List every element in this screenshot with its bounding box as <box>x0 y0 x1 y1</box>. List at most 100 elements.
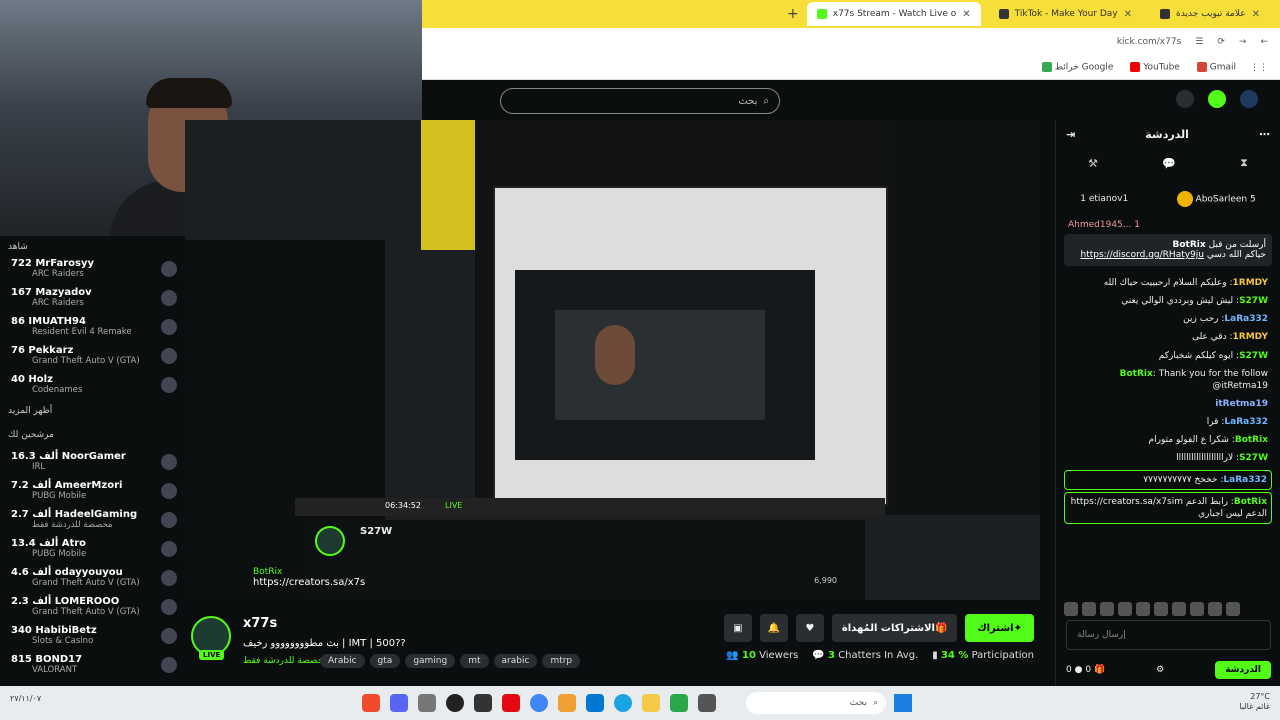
show-more-link[interactable]: أظهر المزيد <box>8 399 177 423</box>
search-input[interactable]: ⌕ بحث <box>500 88 780 114</box>
sidebar-channel[interactable]: 815 BOND17 VALORANT <box>8 650 177 679</box>
emote-icon[interactable] <box>1100 602 1114 616</box>
taskbar-search[interactable]: بحث ⌕ <box>746 692 886 714</box>
player-controls[interactable]: 06:34:52 LIVE <box>295 498 885 516</box>
chat-user[interactable]: S27W <box>1239 453 1268 463</box>
chat-user[interactable]: LaRa332 <box>1224 417 1268 427</box>
sidebar-channel[interactable]: 13.4 ألف Atro PUBG Mobile <box>8 534 177 563</box>
settings-icon[interactable] <box>418 694 436 712</box>
chat-user[interactable]: itRetma19 <box>1215 399 1268 409</box>
tag[interactable]: arabic <box>493 654 538 668</box>
bookmark-maps[interactable]: خرائط Google <box>1039 62 1113 73</box>
share-button[interactable]: ▣ <box>723 614 752 642</box>
site-settings-icon[interactable]: ☰ <box>1195 37 1203 47</box>
apps-icon[interactable]: ⋮⋮ <box>1250 63 1268 73</box>
chat-user[interactable]: BotRix <box>1120 369 1153 379</box>
reload-icon[interactable]: ⟳ <box>1217 37 1225 47</box>
sidebar-channel[interactable]: 16.3 ألف NoorGamer IRL <box>8 447 177 476</box>
mod-tools-icon[interactable]: ⚒ <box>1088 157 1098 170</box>
channel-label: 13.4 ألف Atro <box>8 538 86 549</box>
close-icon[interactable]: ✕ <box>962 9 970 20</box>
tag[interactable]: mt <box>460 654 489 668</box>
chat-send-button[interactable]: الدردشة <box>1215 661 1271 679</box>
tab-kick-stream[interactable]: x77s Stream - Watch Live o ✕ <box>806 2 981 26</box>
windows-start-icon[interactable] <box>894 694 912 712</box>
more-icon[interactable]: ⋯ <box>1259 128 1270 141</box>
sidebar-channel[interactable]: 86 IMUATH94 Resident Evil 4 Remake <box>8 312 177 341</box>
emote-icon[interactable] <box>1226 602 1240 616</box>
weather-widget[interactable]: 27°C غائم غالبا <box>1239 692 1270 713</box>
subscribe-button[interactable]: اشتراك ✦ <box>965 614 1034 642</box>
emote-icon[interactable] <box>1208 602 1222 616</box>
library-icon[interactable] <box>1176 90 1194 108</box>
close-icon[interactable]: ✕ <box>1124 9 1132 20</box>
app-icon[interactable] <box>670 694 688 712</box>
chat-bubble-icon[interactable]: 💬 <box>1162 157 1176 170</box>
forward-icon[interactable]: → <box>1239 37 1247 47</box>
chat-user[interactable]: S27W <box>1239 351 1268 361</box>
emote-icon[interactable] <box>1064 602 1078 616</box>
brave-icon[interactable] <box>362 694 380 712</box>
chat-user[interactable]: LaRa332 <box>1224 314 1268 324</box>
app-icon[interactable] <box>474 694 492 712</box>
chat-user[interactable]: BotRix <box>1235 435 1268 445</box>
chat-user[interactable]: S27W <box>1239 296 1268 306</box>
channel-name[interactable]: x77s <box>243 616 277 631</box>
emote-icon[interactable] <box>1172 602 1186 616</box>
edge-icon[interactable] <box>614 694 632 712</box>
close-icon[interactable]: ✕ <box>1252 9 1260 20</box>
bookmark-gmail[interactable]: Gmail <box>1194 62 1236 73</box>
chat-user[interactable]: LaRa332 <box>1223 475 1267 485</box>
url-field[interactable]: kick.com/x77s <box>1117 37 1181 47</box>
emote-icon[interactable] <box>1118 602 1132 616</box>
emote-icon[interactable] <box>1082 602 1096 616</box>
stream-category[interactable]: مخصصة للدردشة فقط <box>243 656 328 666</box>
hourglass-icon[interactable]: ⧗ <box>1240 156 1248 170</box>
file-explorer-icon[interactable] <box>642 694 660 712</box>
tag[interactable]: Arabic <box>320 654 365 668</box>
chat-input[interactable]: إرسال رسالة <box>1066 620 1271 650</box>
tag[interactable]: gta <box>369 654 401 668</box>
chrome-icon[interactable] <box>530 694 548 712</box>
sidebar-channel[interactable]: 2.7 ألف HadeelGaming مخصصة للدردشة فقط <box>8 505 177 534</box>
chat-user[interactable]: 1RMDY <box>1233 332 1268 342</box>
chat-settings-icon[interactable]: ⚙ <box>1156 665 1164 675</box>
sidebar-channel[interactable]: 7.2 ألف AmeerMzori PUBG Mobile <box>8 476 177 505</box>
emote-icon[interactable] <box>1136 602 1150 616</box>
points-counter[interactable]: 0 ● 0 🎁 <box>1066 665 1105 675</box>
sidebar-channel[interactable]: 340 HabibiBetz Slots & Casino <box>8 621 177 650</box>
viewer-count: 13.4 ألف <box>11 538 59 549</box>
tag[interactable]: mtrp <box>542 654 581 668</box>
netflix-icon[interactable] <box>502 694 520 712</box>
sidebar-channel[interactable]: 2.3 ألف LOMEROOO Grand Theft Auto V (GTA) <box>8 592 177 621</box>
profile-avatar[interactable] <box>1240 90 1258 108</box>
pinned-link[interactable]: https://discord.gg/RHaty9ju <box>1080 250 1204 260</box>
emote-icon[interactable] <box>1190 602 1204 616</box>
sidebar-channel[interactable]: 167 Mazyadov ARC Raiders <box>8 283 177 312</box>
back-icon[interactable]: ← <box>1260 37 1268 47</box>
kick-coin-icon[interactable] <box>1208 90 1226 108</box>
favorite-button[interactable]: ♥ <box>795 614 824 642</box>
pinned-message[interactable]: أرسلت من قبل BotRix حياكم الله دسي https… <box>1064 234 1272 266</box>
app-icon[interactable] <box>558 694 576 712</box>
tab-new-tab[interactable]: علامة تبويب جديدة ✕ <box>1150 2 1270 26</box>
video-player[interactable]: 06:34:52 LIVE S27W 6,990 BotRix https://… <box>185 120 1040 600</box>
terminal-icon[interactable] <box>698 694 716 712</box>
sidebar-channel[interactable]: 40 Holz Codenames <box>8 370 177 399</box>
chat-user[interactable]: 1RMDY <box>1233 278 1268 288</box>
store-icon[interactable] <box>586 694 604 712</box>
obs-icon[interactable] <box>446 694 464 712</box>
emote-icon[interactable] <box>1154 602 1168 616</box>
gift-subs-button[interactable]: الاشتراكات المُهداة 🎁 <box>831 614 958 642</box>
bookmark-youtube[interactable]: YouTube <box>1127 62 1180 73</box>
tag[interactable]: gaming <box>405 654 456 668</box>
tab-tiktok[interactable]: TikTok - Make Your Day ✕ <box>989 2 1142 26</box>
collapse-chat-icon[interactable]: ⇥ <box>1066 128 1075 141</box>
sidebar-channel[interactable]: 76 Pekkarz Grand Theft Auto V (GTA) <box>8 341 177 370</box>
sidebar-channel[interactable]: 4.6 ألف odayyouyou Grand Theft Auto V (GT… <box>8 563 177 592</box>
discord-icon[interactable] <box>390 694 408 712</box>
chat-user[interactable]: BotRix <box>1234 497 1267 507</box>
notify-button[interactable]: 🔔 <box>759 614 788 642</box>
new-tab-button[interactable]: + <box>787 6 799 22</box>
sidebar-channel[interactable]: 722 MrFarosyy ARC Raiders <box>8 254 177 283</box>
